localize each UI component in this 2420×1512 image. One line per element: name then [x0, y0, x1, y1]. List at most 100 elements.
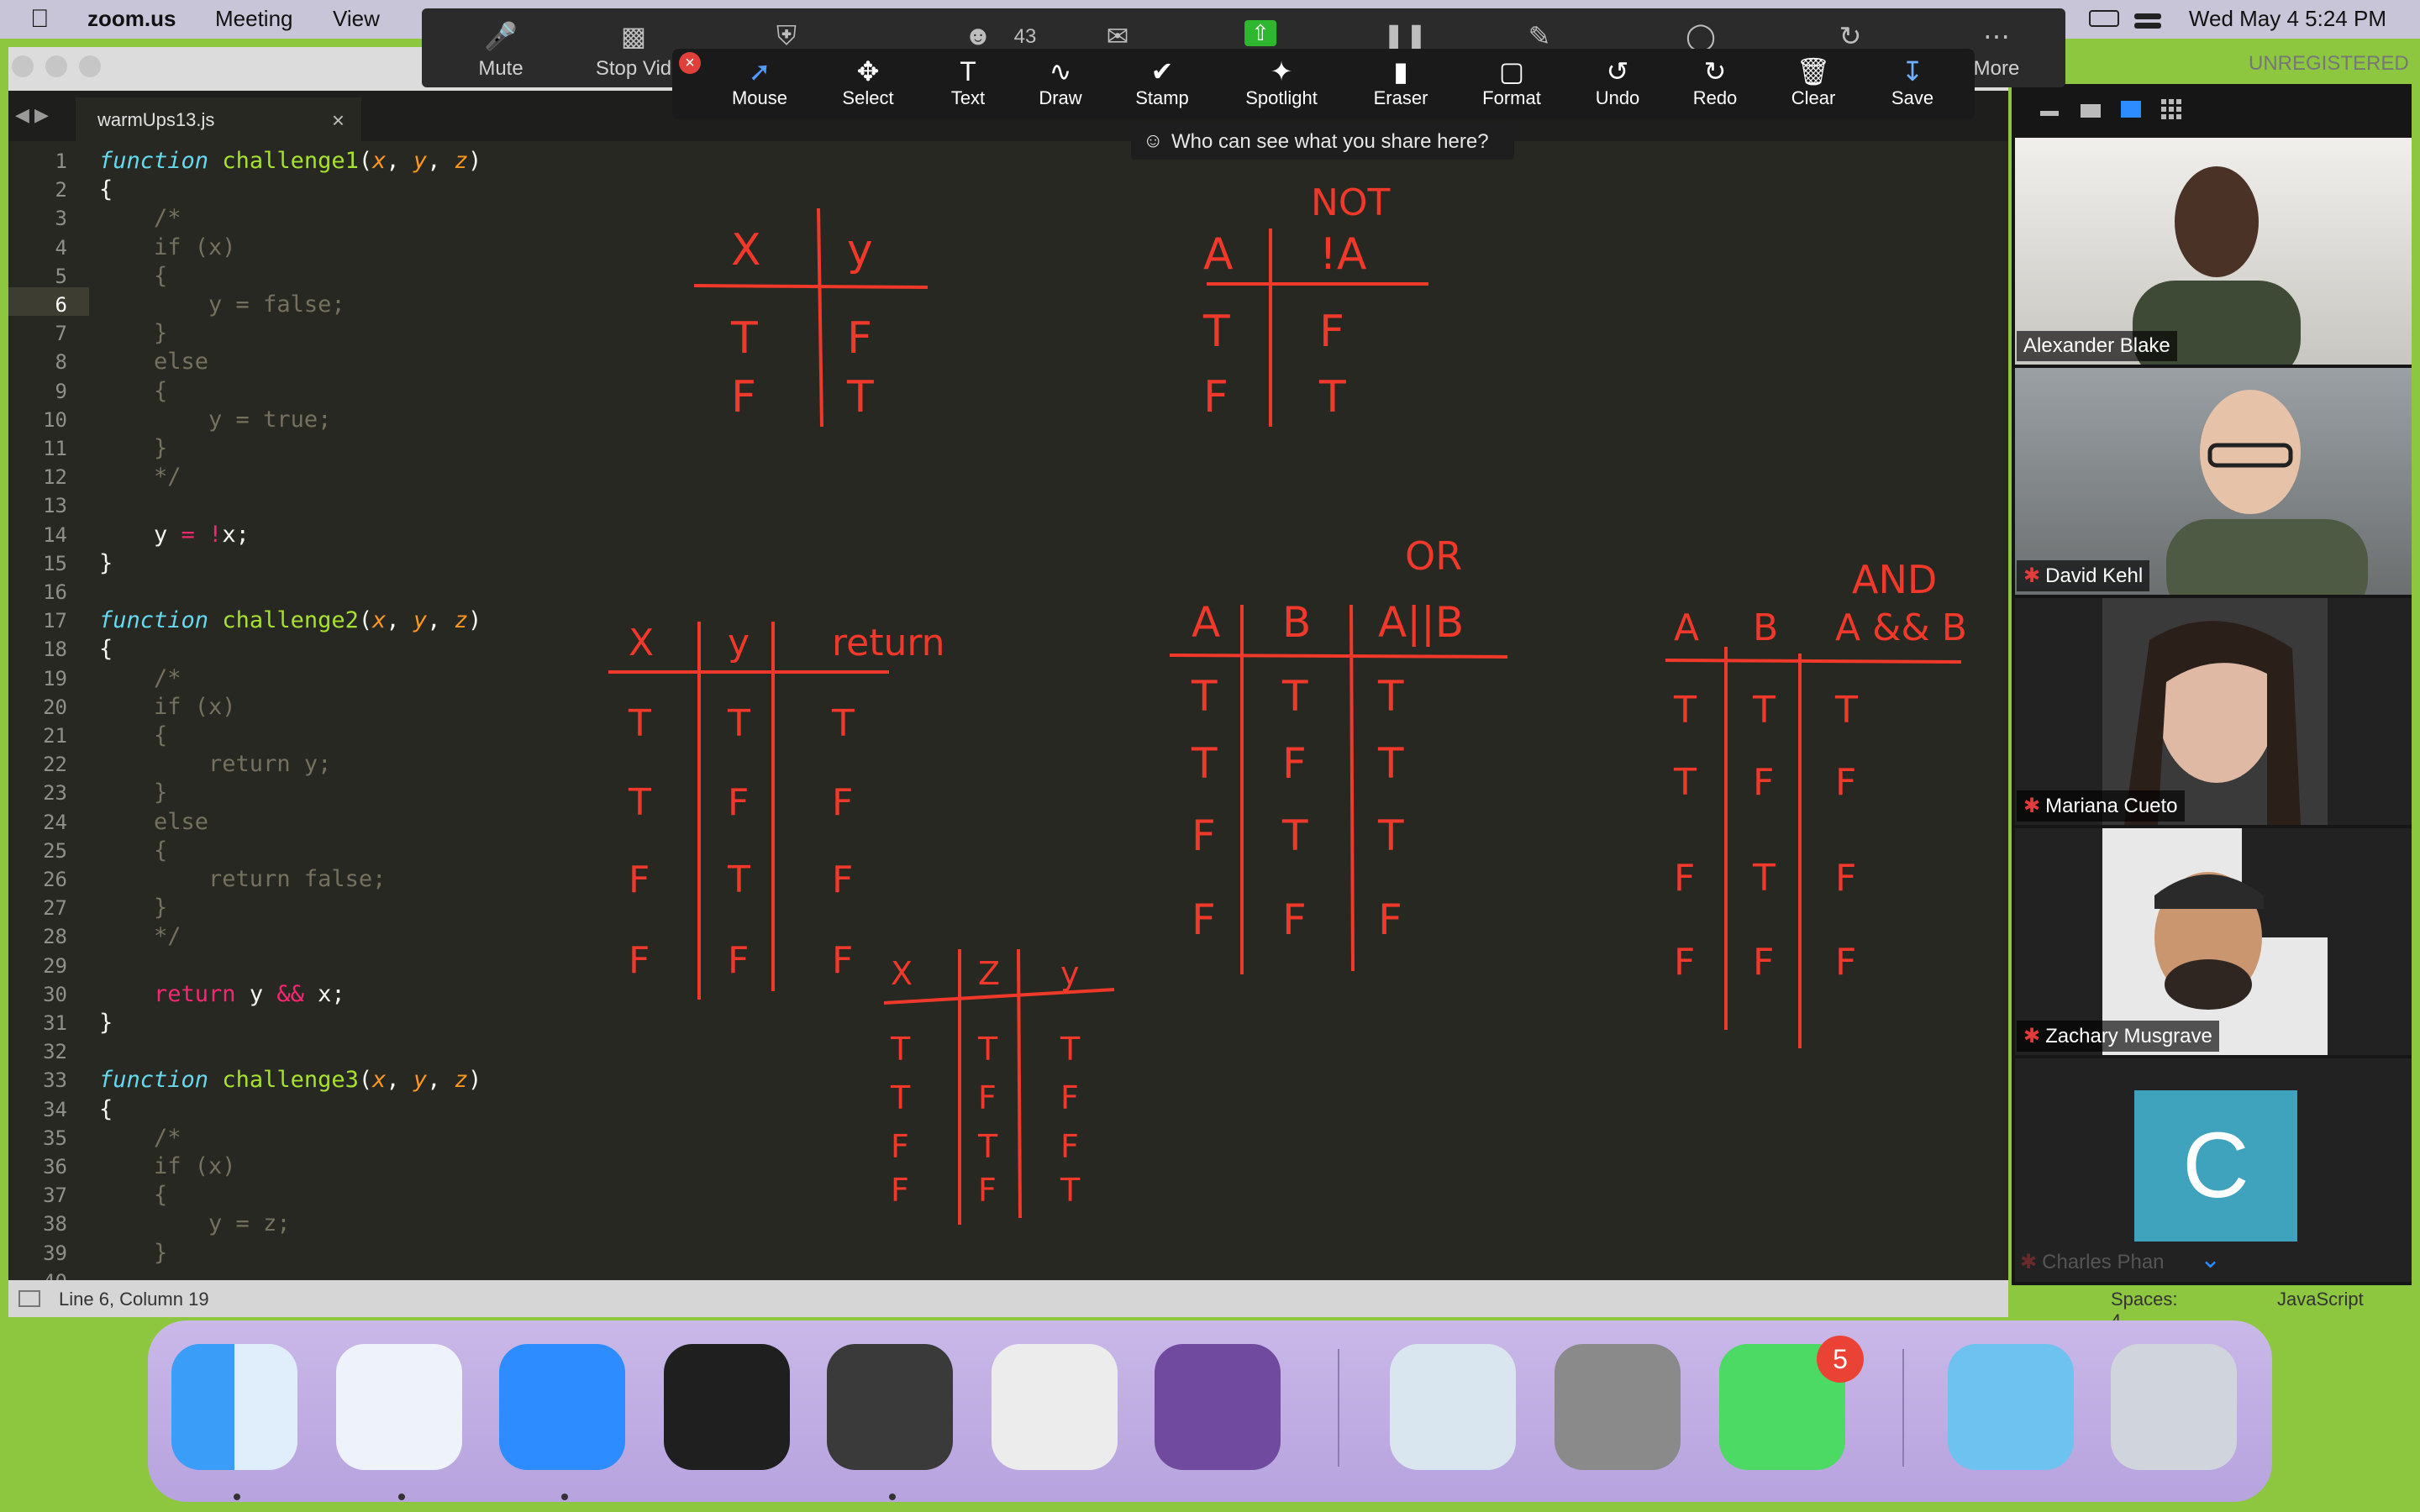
move-arrows-icon[interactable]: ✥ [857, 57, 880, 86]
code-line[interactable]: function challenge1(x, y, z) [99, 148, 481, 174]
annotate-clear-button[interactable]: Clear [1791, 87, 1836, 109]
code-line[interactable]: /* [99, 205, 182, 231]
apple-menu-icon[interactable]:  [30, 7, 54, 32]
annotate-format-button[interactable]: Format [1482, 87, 1541, 109]
code-line[interactable]: if (x) [99, 1153, 236, 1179]
new-share-icon[interactable]: ↻ [1839, 20, 1862, 52]
annotate-icon[interactable]: ✎ [1528, 20, 1551, 52]
speaker-view-icon[interactable] [2081, 104, 2101, 118]
security-shield-icon[interactable]: ⛨ [776, 20, 797, 52]
sublime-text-icon[interactable] [827, 1344, 953, 1470]
who-can-see-banner[interactable]: ☺ Who can see what you share here? [1131, 123, 1514, 160]
control-center-icon[interactable] [2133, 10, 2163, 29]
video-camera-icon[interactable]: ▩ [621, 20, 646, 52]
strip-view-icon[interactable] [2121, 101, 2141, 118]
terminal-icon[interactable] [664, 1344, 790, 1470]
code-line[interactable]: function challenge3(x, y, z) [99, 1067, 481, 1093]
redo-icon[interactable]: ↻ [1704, 57, 1727, 86]
system-preferences-icon[interactable] [1555, 1344, 1681, 1470]
battery-icon[interactable] [2089, 10, 2119, 27]
code-line[interactable]: { [99, 263, 167, 289]
menu-clock[interactable]: Wed May 4 5:24 PM [2189, 6, 2386, 32]
participant-video-1[interactable]: Alexander Blake [2015, 138, 2412, 365]
code-line[interactable]: y = true; [99, 407, 331, 433]
microphone-icon[interactable]: 🎤 [484, 20, 518, 52]
safari-icon[interactable] [336, 1344, 462, 1470]
code-line[interactable]: } [99, 1010, 113, 1036]
zoom-window-button[interactable] [79, 55, 101, 77]
code-line[interactable]: { [99, 837, 167, 864]
code-line[interactable]: y = z; [99, 1210, 291, 1236]
code-line[interactable]: y = !x; [99, 522, 250, 548]
code-line[interactable]: /* [99, 665, 182, 691]
code-line[interactable]: } [99, 780, 167, 806]
more-icon[interactable]: ⋯ [1983, 20, 2010, 52]
preview-icon[interactable] [1390, 1344, 1516, 1470]
annotate-undo-button[interactable]: Undo [1596, 87, 1640, 109]
calculator-icon[interactable] [992, 1344, 1118, 1470]
editor-tab[interactable]: warmUps13.js × [76, 97, 361, 141]
text-t-icon[interactable]: T [960, 57, 976, 86]
code-area[interactable]: function challenge1(x, y, z){ /* if (x) … [99, 141, 1023, 1267]
code-line[interactable]: } [99, 550, 113, 576]
annotate-text-button[interactable]: Text [951, 87, 985, 109]
code-line[interactable]: */ [99, 923, 182, 949]
code-line[interactable]: { [99, 1096, 113, 1122]
close-annotation-icon[interactable]: × [679, 52, 701, 74]
annotate-save-button[interactable]: Save [1891, 87, 1933, 109]
participant-video-4[interactable]: ✱ Zachary Musgrave [2015, 828, 2412, 1055]
share-screen-icon[interactable]: ⇧ [1244, 20, 1276, 46]
code-line[interactable]: return false; [99, 866, 386, 892]
close-window-button[interactable] [12, 55, 34, 77]
minimize-view-icon[interactable] [2040, 111, 2059, 116]
code-line[interactable]: y = false; [99, 291, 345, 318]
code-line[interactable]: } [99, 435, 167, 461]
annotate-spotlight-button[interactable]: Spotlight [1245, 87, 1318, 109]
code-line[interactable]: if (x) [99, 234, 236, 260]
magic-wand-icon[interactable]: ✦ [1270, 57, 1293, 86]
participant-video-5[interactable]: C ✱ Charles Phan ⌄ [2015, 1058, 2412, 1282]
code-line[interactable]: else [99, 809, 208, 835]
minimize-window-button[interactable] [45, 55, 67, 77]
code-line[interactable]: */ [99, 464, 182, 490]
code-line[interactable]: { [99, 722, 167, 748]
code-line[interactable]: else [99, 349, 208, 375]
code-line[interactable]: return y && x; [99, 981, 345, 1007]
github-desktop-icon[interactable] [1155, 1344, 1281, 1470]
code-line[interactable]: return y; [99, 751, 331, 777]
menu-view[interactable]: View [333, 6, 380, 32]
panel-toggle-icon[interactable] [18, 1290, 40, 1307]
code-line[interactable]: } [99, 320, 167, 346]
checkmark-icon[interactable]: ✔ [1151, 57, 1174, 86]
arrow-cursor-icon[interactable]: ➚ [749, 57, 771, 86]
pause-share-icon[interactable]: ❚❚ [1382, 20, 1428, 52]
remote-control-icon[interactable]: ◯ [1686, 20, 1716, 52]
eraser-icon[interactable]: ▮ [1393, 57, 1408, 86]
syntax-setting[interactable]: JavaScript [2277, 1289, 2364, 1310]
menu-meeting[interactable]: Meeting [215, 6, 293, 32]
downloads-folder-icon[interactable] [1948, 1344, 2074, 1470]
tab-nav-arrows-icon[interactable]: ◀ ▶ [15, 104, 49, 126]
participants-icon[interactable]: ☻ [964, 20, 992, 51]
scroll-down-chevron-icon[interactable]: ⌄ [2200, 1245, 2221, 1274]
trash-icon[interactable]: 🗑 [1797, 57, 1831, 86]
annotate-select-button[interactable]: Select [842, 87, 893, 109]
code-line[interactable]: if (x) [99, 694, 236, 720]
squiggle-icon[interactable]: ∿ [1050, 57, 1072, 86]
chat-icon[interactable]: ✉ [1107, 20, 1129, 52]
code-line[interactable]: /* [99, 1125, 182, 1151]
participant-video-2[interactable]: ✱ David Kehl [2015, 368, 2412, 595]
annotate-mouse-button[interactable]: Mouse [732, 87, 787, 109]
code-line[interactable]: } [99, 895, 167, 921]
trash-icon[interactable] [2111, 1344, 2237, 1470]
zoom-icon[interactable] [499, 1344, 625, 1470]
gallery-view-icon[interactable] [2161, 99, 2181, 119]
code-line[interactable]: } [99, 1240, 167, 1266]
rounded-square-icon[interactable]: ▢ [1499, 57, 1524, 86]
save-download-icon[interactable]: ↧ [1902, 57, 1924, 86]
annotate-redo-button[interactable]: Redo [1693, 87, 1738, 109]
undo-icon[interactable]: ↺ [1607, 57, 1629, 86]
menu-app-name[interactable]: zoom.us [87, 6, 176, 32]
code-line[interactable]: { [99, 176, 113, 202]
annotate-stamp-button[interactable]: Stamp [1135, 87, 1189, 109]
